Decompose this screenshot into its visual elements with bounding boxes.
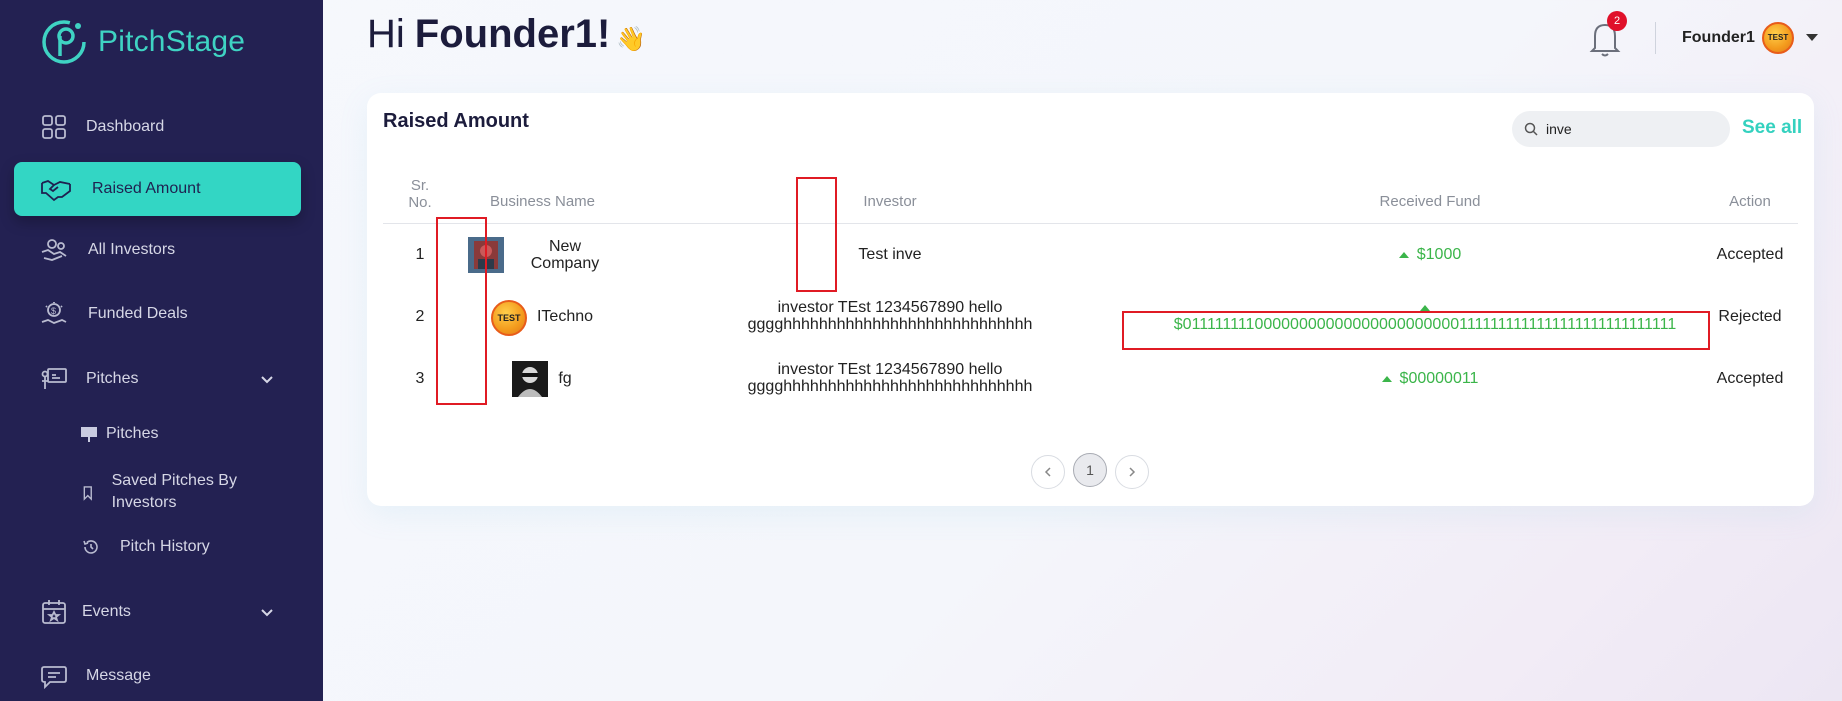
sidebar-item-raised-amount[interactable]: Raised Amount	[14, 162, 301, 216]
raised-amount-card	[367, 93, 1814, 506]
business-logo-fg	[512, 361, 548, 397]
header-divider	[1655, 22, 1656, 54]
highlight-box	[1122, 311, 1710, 350]
highlight-box	[436, 217, 487, 405]
column-header-action: Action	[1729, 193, 1771, 210]
business-logo-itechno: TEST	[491, 300, 527, 336]
increase-icon	[1381, 376, 1392, 382]
pagination-prev-button[interactable]	[1031, 455, 1065, 489]
increase-icon	[1398, 252, 1409, 258]
row-1-action: Accepted	[1716, 246, 1784, 263]
brand-name: PitchStage	[98, 25, 246, 58]
row-1-sr: 1	[415, 246, 425, 263]
row-1-received-fund: $1000	[1330, 246, 1530, 264]
row-3-received-fund: $00000011	[1330, 370, 1530, 388]
sidebar-subitem-label: Pitch History	[120, 538, 210, 555]
sidebar-subitem-label: Saved Pitches By Investors	[111, 472, 237, 511]
sidebar-item-label: Message	[86, 667, 151, 684]
user-name[interactable]: Founder1	[1682, 29, 1755, 47]
sidebar-item-events[interactable]: Events	[14, 585, 301, 639]
handshake-icon	[41, 180, 71, 202]
chevron-down-icon	[261, 376, 273, 384]
row-3-sr: 3	[415, 370, 425, 387]
sidebar-item-pitches[interactable]: Pitches	[14, 352, 301, 406]
sidebar-item-label: Pitches	[86, 370, 139, 387]
row-3-action: Accepted	[1716, 370, 1784, 387]
search-box[interactable]	[1512, 111, 1730, 147]
bookmark-icon	[83, 486, 92, 501]
sidebar-subitem-label: Pitches	[106, 425, 159, 442]
presentation-icon	[41, 368, 67, 389]
funded-deals-icon: $	[41, 302, 67, 324]
svg-text:$: $	[51, 306, 56, 316]
search-icon	[1524, 122, 1538, 136]
row-2-investor: investor TEst 1234567890 hello gggghhhhhh…	[747, 299, 1033, 333]
row-3-investor: investor TEst 1234567890 hello gggghhhhhh…	[747, 361, 1033, 395]
dashboard-icon	[42, 115, 66, 139]
sidebar-item-funded-deals[interactable]: $ Funded Deals	[14, 287, 301, 341]
wave-emoji: 👋	[616, 26, 647, 53]
avatar[interactable]: TEST	[1762, 22, 1794, 54]
see-all-link[interactable]: See all	[1742, 117, 1802, 139]
sidebar-item-message[interactable]: Message	[14, 649, 301, 701]
highlight-box	[796, 177, 837, 292]
column-header-fund: Received Fund	[1379, 193, 1481, 210]
brand-logo[interactable]: PitchStage	[40, 16, 245, 68]
sidebar-item-label: Events	[82, 603, 131, 620]
caret-down-icon[interactable]	[1806, 34, 1818, 42]
pagination-page-current[interactable]: 1	[1073, 453, 1107, 487]
history-icon	[83, 540, 98, 554]
row-3-business-name: fg	[558, 370, 572, 387]
chevron-down-icon	[261, 609, 273, 617]
sidebar-subitem-pitch-history[interactable]: Pitch History	[82, 538, 210, 556]
message-icon	[41, 666, 67, 690]
sidebar-item-label: All Investors	[88, 241, 176, 258]
sidebar-item-all-investors[interactable]: All Investors	[14, 223, 301, 277]
sidebar-item-label: Dashboard	[86, 118, 165, 135]
chevron-left-icon	[1044, 467, 1051, 477]
sidebar-item-label: Funded Deals	[88, 305, 188, 322]
sidebar-item-label: Raised Amount	[92, 180, 201, 197]
pagination-next-button[interactable]	[1115, 455, 1149, 489]
chevron-right-icon	[1129, 467, 1136, 477]
pitchstage-logo-icon	[42, 20, 86, 64]
greeting-prefix: Hi	[367, 12, 405, 56]
calendar-icon	[42, 600, 66, 624]
column-header-sr: Sr. No.	[408, 177, 432, 211]
notification-badge: 2	[1607, 11, 1627, 31]
column-header-investor: Investor	[863, 193, 917, 210]
column-header-business: Business Name	[489, 193, 596, 210]
investors-icon	[41, 239, 67, 261]
table-header-divider	[383, 223, 1798, 224]
page-title: Hi Founder1! 👋	[367, 12, 646, 57]
card-title: Raised Amount	[383, 110, 529, 132]
row-2-business-name: ITechno	[536, 308, 594, 325]
sidebar-subitem-saved-pitches[interactable]: Saved Pitches By Investors	[80, 470, 280, 514]
greeting-name: Founder1!	[414, 12, 611, 56]
row-1-business-name: New Company	[530, 238, 600, 272]
sidebar: PitchStage Dashboard Raised Amount All I…	[0, 0, 323, 701]
sidebar-subitem-pitches[interactable]: Pitches	[80, 425, 158, 443]
row-2-sr: 2	[415, 308, 425, 325]
search-input[interactable]	[1546, 121, 1716, 137]
presentation-board-icon	[81, 427, 97, 442]
sidebar-item-dashboard[interactable]: Dashboard	[14, 100, 301, 154]
